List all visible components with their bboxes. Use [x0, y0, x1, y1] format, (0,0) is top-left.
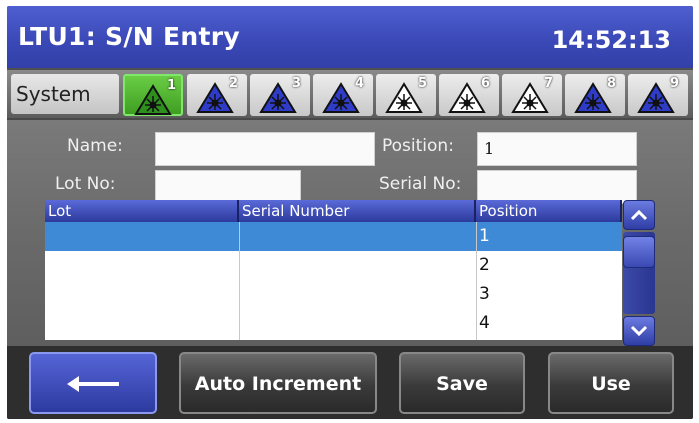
tab-laser-4[interactable]: 4	[313, 74, 373, 116]
tab-number: 4	[355, 76, 365, 91]
scroll-down-button[interactable]	[623, 316, 655, 346]
cell-lot	[45, 251, 239, 280]
cell-serial	[239, 280, 476, 309]
cell-position: 2	[479, 255, 490, 275]
chevron-up-icon	[630, 209, 648, 221]
app-window: LTU1: S/N Entry 14:52:13 System 1 2 3 4 …	[7, 6, 693, 419]
chevron-down-icon	[630, 325, 648, 337]
tab-number: 9	[670, 76, 680, 91]
column-divider	[476, 222, 477, 340]
auto-increment-button[interactable]: Auto Increment	[179, 352, 377, 414]
button-bar: Auto Increment Save Use	[7, 346, 693, 419]
table-row[interactable]: 1	[45, 222, 622, 251]
clock: 14:52:13	[551, 26, 671, 54]
back-button[interactable]	[29, 352, 157, 414]
tab-bar: System 1 2 3 4 5 6 7 8 9	[7, 70, 693, 118]
cell-position: 3	[479, 284, 490, 304]
serial-label: Serial No:	[379, 174, 462, 194]
column-divider	[239, 222, 240, 340]
use-button[interactable]: Use	[548, 352, 674, 414]
scroll-up-button[interactable]	[623, 200, 655, 230]
title-bar: LTU1: S/N Entry 14:52:13	[7, 6, 693, 68]
cell-serial	[239, 309, 476, 338]
tab-laser-5[interactable]: 5	[376, 74, 436, 116]
table-row[interactable]: 4	[45, 309, 622, 340]
cell-position: 1	[479, 226, 490, 246]
column-header-lot[interactable]: Lot	[45, 200, 239, 222]
tab-laser-2[interactable]: 2	[187, 74, 247, 116]
name-field[interactable]	[155, 132, 375, 166]
tab-laser-6[interactable]: 6	[439, 74, 499, 116]
cell-lot	[45, 280, 239, 309]
column-header-serial[interactable]: Serial Number	[239, 200, 476, 222]
cell-serial	[239, 222, 476, 251]
tab-number: 5	[418, 76, 428, 91]
table-row[interactable]: 2	[45, 251, 622, 280]
column-header-position[interactable]: Position	[476, 200, 622, 222]
lot-field[interactable]	[155, 170, 301, 204]
tab-number: 8	[607, 76, 617, 91]
cell-position: 4	[479, 313, 490, 333]
tab-system[interactable]: System	[11, 74, 119, 114]
tab-number: 2	[229, 76, 239, 91]
page-title: LTU1: S/N Entry	[18, 22, 240, 51]
tab-laser-9[interactable]: 9	[628, 74, 688, 116]
tab-number: 7	[544, 76, 554, 91]
position-label: Position:	[382, 136, 454, 156]
save-button[interactable]: Save	[399, 352, 525, 414]
table-scrollbar[interactable]	[623, 200, 655, 346]
cell-lot	[45, 222, 239, 251]
lot-label: Lot No:	[55, 174, 116, 194]
tab-number: 6	[481, 76, 491, 91]
scroll-thumb[interactable]	[623, 236, 655, 268]
left-arrow-icon	[67, 376, 119, 392]
serial-table: Lot Serial Number Position 1 2 3 4	[45, 200, 622, 340]
serial-field[interactable]	[477, 170, 637, 204]
cell-serial	[239, 251, 476, 280]
tab-laser-1[interactable]: 1	[123, 74, 183, 116]
cell-lot	[45, 309, 239, 338]
position-field[interactable]: 1	[477, 132, 637, 166]
name-label: Name:	[67, 136, 123, 156]
tab-laser-3[interactable]: 3	[250, 74, 310, 116]
table-row[interactable]: 3	[45, 280, 622, 309]
tab-laser-7[interactable]: 7	[502, 74, 562, 116]
tab-number: 1	[167, 78, 177, 93]
tab-laser-8[interactable]: 8	[565, 74, 625, 116]
tab-number: 3	[292, 76, 302, 91]
